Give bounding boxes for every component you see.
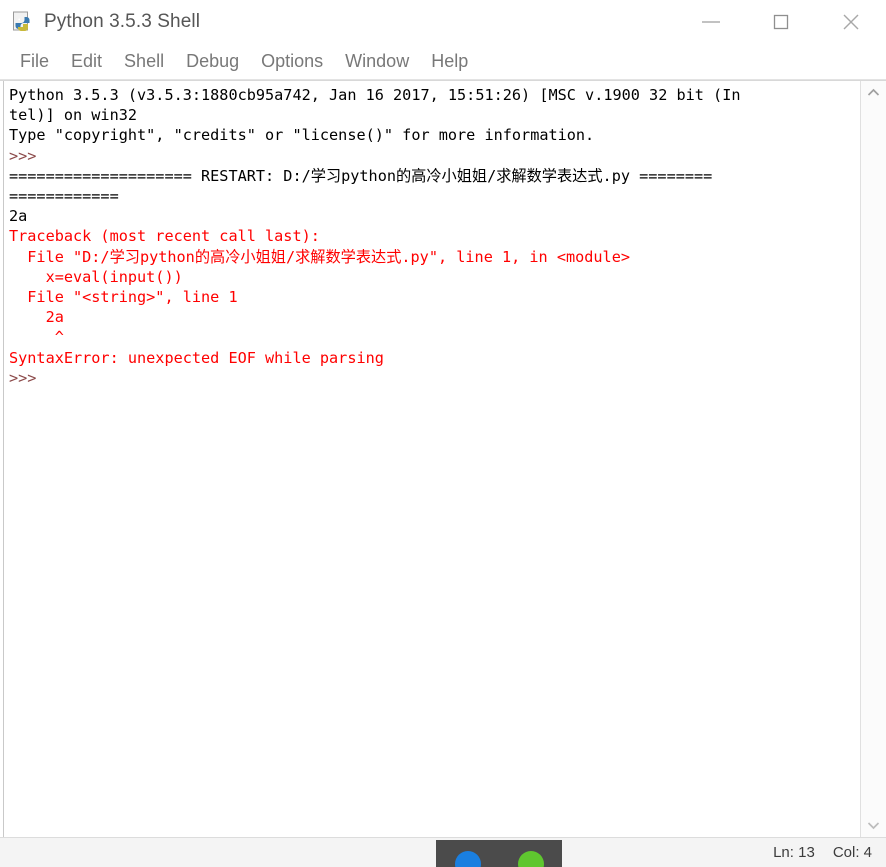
python-idle-shell-window: Python 3.5.3 Shell File Edit Shell Debug… [0,0,886,867]
shell-line: ============ [9,187,119,206]
menu-item-debug[interactable]: Debug [175,49,250,76]
minimize-button[interactable] [676,0,746,44]
chevron-down-icon [867,822,880,830]
minimize-icon [702,21,720,23]
title-bar: Python 3.5.3 Shell [0,0,886,45]
shell-line: SyntaxError: unexpected EOF while parsin… [9,348,384,367]
status-column-number: Col: 4 [832,844,872,861]
shell-line: ==================== RESTART: D:/学习pytho… [9,166,713,185]
menu-item-shell[interactable]: Shell [113,49,175,76]
scrollbar-down-button[interactable] [861,813,886,837]
window-controls [676,0,886,44]
shell-line: 2a [9,308,64,327]
shell-line: File "D:/学习python的高冷小姐姐/求解数学表达式.py", lin… [9,247,630,266]
scrollbar-track[interactable] [861,105,886,813]
menu-item-window[interactable]: Window [334,49,420,76]
shell-line: File "<string>", line 1 [9,288,238,307]
taskbar-fragment [436,840,562,867]
shell-line: >>> [9,368,46,387]
chevron-up-icon [867,88,880,96]
shell-line: tel)] on win32 [9,106,138,125]
menu-item-edit[interactable]: Edit [60,49,113,76]
shell-line: 2a [9,207,28,226]
vertical-scrollbar[interactable] [860,81,886,837]
shell-line: Traceback (most recent call last): [9,227,320,246]
close-icon [843,14,859,30]
shell-line: Type "copyright", "credits" or "license(… [9,126,595,145]
scrollbar-up-button[interactable] [861,81,886,105]
shell-area: Python 3.5.3 (v3.5.3:1880cb95a742, Jan 1… [0,80,886,837]
shell-line: x=eval(input()) [9,267,183,286]
shell-line: >>> [9,146,46,165]
menu-item-help[interactable]: Help [420,49,479,76]
taskbar-app-green-icon[interactable] [517,851,544,867]
python-idle-icon [12,11,34,33]
taskbar-app-blue-icon[interactable] [454,851,481,867]
shell-line: Python 3.5.3 (v3.5.3:1880cb95a742, Jan 1… [9,86,741,104]
status-line-number: Ln: 13 [773,844,815,861]
menu-item-options[interactable]: Options [250,49,334,76]
window-title: Python 3.5.3 Shell [44,11,201,32]
maximize-icon [773,14,789,30]
maximize-button[interactable] [746,0,816,44]
shell-output-text[interactable]: Python 3.5.3 (v3.5.3:1880cb95a742, Jan 1… [4,81,860,837]
menu-item-file[interactable]: File [9,49,60,76]
menu-bar: File Edit Shell Debug Options Window Hel… [0,45,886,80]
close-button[interactable] [816,0,886,44]
shell-line: ^ [9,328,64,347]
